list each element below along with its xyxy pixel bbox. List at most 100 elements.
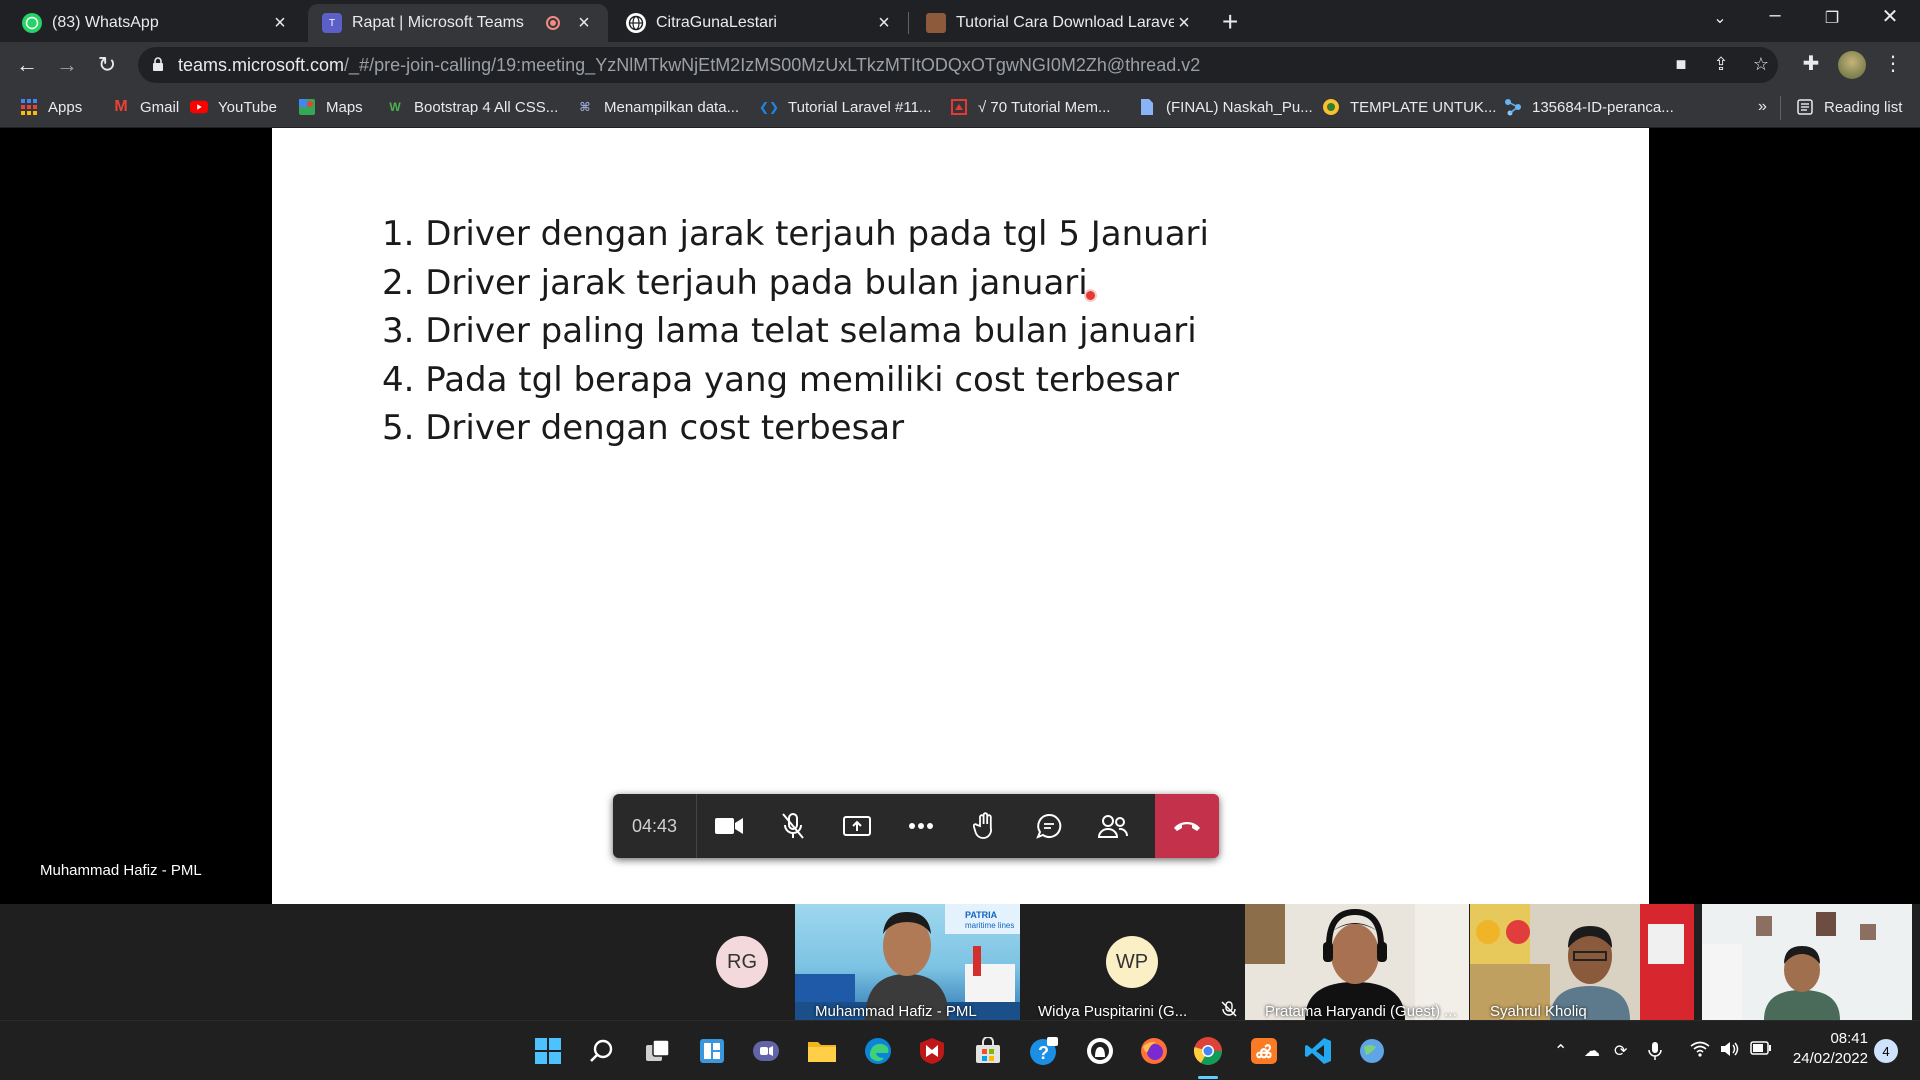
reading-list-label: Reading list bbox=[1824, 98, 1903, 116]
mcafee-shield-icon bbox=[920, 1038, 944, 1064]
bookmark-youtube[interactable]: YouTube bbox=[190, 98, 277, 116]
browser-tab-strip: (83) WhatsApp × T Rapat | Microsoft Team… bbox=[0, 0, 1920, 42]
forward-button[interactable]: → bbox=[52, 50, 82, 80]
bookmark-apps[interactable]: Apps bbox=[20, 98, 82, 116]
avatar: RG bbox=[716, 936, 768, 988]
slide-item: 3. Driver paling lama telat selama bulan… bbox=[382, 311, 1197, 351]
raise-hand-button[interactable] bbox=[953, 794, 1017, 858]
chrome-button[interactable] bbox=[1192, 1035, 1224, 1067]
bookmark-naskah[interactable]: (FINAL) Naskah_Pu... bbox=[1138, 98, 1313, 116]
tab-citragunalestari[interactable]: CitraGunaLestari × bbox=[612, 4, 908, 42]
slide-item: 4. Pada tgl berapa yang memiliki cost te… bbox=[382, 359, 1179, 400]
close-tab-icon[interactable]: × bbox=[1174, 12, 1194, 35]
bookmark-label: Apps bbox=[48, 98, 83, 116]
bookmark-label: TEMPLATE UNTUK... bbox=[1350, 98, 1497, 116]
notification-badge[interactable]: 4 bbox=[1874, 1039, 1898, 1063]
bookmark-maps[interactable]: Maps bbox=[298, 98, 363, 116]
app-button[interactable] bbox=[1356, 1035, 1388, 1067]
participant-tile-guest[interactable] bbox=[1702, 904, 1912, 1020]
close-window-button[interactable]: ✕ bbox=[1870, 4, 1910, 29]
bookmark-gmail[interactable]: M Gmail bbox=[112, 98, 179, 116]
help-bubble-icon: ? bbox=[1030, 1037, 1058, 1065]
vscode-button[interactable] bbox=[1302, 1035, 1334, 1067]
bookmark-template[interactable]: TEMPLATE UNTUK... bbox=[1322, 98, 1496, 116]
w3schools-icon: W bbox=[389, 100, 401, 114]
mic-button[interactable] bbox=[761, 794, 825, 858]
slide-question-list: 1. Driver dengan jarak terjauh pada tgl … bbox=[382, 210, 1209, 453]
tab-title: Rapat | Microsoft Teams bbox=[352, 14, 524, 31]
participant-tile-pratama[interactable]: Pratama Haryandi (Guest) ... bbox=[1245, 904, 1469, 1020]
address-bar[interactable]: teams.microsoft.com/_#/pre-join-calling/… bbox=[138, 47, 1778, 83]
edge-button[interactable] bbox=[862, 1035, 894, 1067]
close-tab-icon[interactable]: × bbox=[874, 12, 894, 35]
bookmark-label: √ 70 Tutorial Mem... bbox=[978, 98, 1111, 116]
tab-search-icon[interactable]: ⌄ bbox=[1700, 8, 1740, 28]
participant-tile-widya[interactable]: WP Widya Puspitarini (G... bbox=[1020, 904, 1244, 1020]
system-clock[interactable]: 08:41 24/02/2022 bbox=[1780, 1029, 1868, 1069]
firefox-button[interactable] bbox=[1138, 1035, 1170, 1067]
share-screen-button[interactable] bbox=[825, 794, 889, 858]
microphone-icon[interactable] bbox=[1648, 1041, 1662, 1066]
tab-title: (83) WhatsApp bbox=[52, 14, 159, 31]
tab-tutorial-laravel[interactable]: Tutorial Cara Download Laravel 7 × bbox=[912, 4, 1208, 42]
camera-button[interactable] bbox=[697, 794, 761, 858]
back-button[interactable]: ← bbox=[12, 50, 42, 80]
bookmark-label: Maps bbox=[326, 98, 363, 116]
edge-icon bbox=[865, 1038, 891, 1064]
camera-in-use-icon[interactable]: ■ bbox=[1668, 54, 1694, 75]
widgets-button[interactable] bbox=[696, 1035, 728, 1067]
tab-whatsapp[interactable]: (83) WhatsApp × bbox=[8, 4, 304, 42]
participant-tile-muhammad-hafiz[interactable]: PATRIA maritime lines Muhammad Hafiz - P… bbox=[795, 904, 1020, 1020]
restore-button[interactable]: ❐ bbox=[1812, 8, 1852, 28]
file-explorer-button[interactable] bbox=[806, 1035, 838, 1067]
start-button[interactable] bbox=[532, 1035, 564, 1067]
wifi-icon[interactable] bbox=[1690, 1041, 1710, 1062]
minimize-button[interactable]: – bbox=[1755, 4, 1795, 27]
reload-button[interactable]: ↻ bbox=[92, 50, 122, 80]
bookmark-label: Menampilkan data... bbox=[604, 98, 740, 116]
bookmark-tutorial-laravel[interactable]: ❮❯ Tutorial Laravel #11... bbox=[759, 98, 931, 116]
github-button[interactable] bbox=[1084, 1035, 1116, 1067]
url-host: teams.microsoft.com bbox=[178, 55, 345, 75]
mic-muted-icon bbox=[1221, 1001, 1237, 1017]
participant-tile-syahrul[interactable]: Syahrul Kholiq bbox=[1470, 904, 1694, 1020]
reading-list-button[interactable]: Reading list bbox=[1796, 98, 1902, 116]
volume-icon[interactable] bbox=[1720, 1041, 1740, 1062]
close-tab-icon[interactable]: × bbox=[574, 12, 594, 35]
more-actions-button[interactable] bbox=[889, 794, 953, 858]
mcafee-button[interactable] bbox=[916, 1035, 948, 1067]
url-path: /_#/pre-join-calling/19:meeting_YzNlMTkw… bbox=[344, 55, 1201, 75]
new-tab-button[interactable]: + bbox=[1222, 6, 1238, 38]
hang-up-button[interactable] bbox=[1155, 794, 1219, 858]
teams-chat-button[interactable] bbox=[750, 1035, 782, 1067]
bookmark-star-icon[interactable]: ☆ bbox=[1748, 54, 1774, 75]
bookmark-135684[interactable]: 135684-ID-peranca... bbox=[1504, 98, 1674, 116]
participants-button[interactable] bbox=[1081, 794, 1145, 858]
task-view-button[interactable] bbox=[642, 1035, 674, 1067]
xampp-button[interactable]: ൿ bbox=[1248, 1035, 1280, 1067]
close-tab-icon[interactable]: × bbox=[270, 12, 290, 35]
shared-screen-slide: 1. Driver dengan jarak terjauh pada tgl … bbox=[272, 128, 1649, 904]
microsoft-store-button[interactable] bbox=[972, 1035, 1004, 1067]
extensions-icon[interactable]: ✚ bbox=[1796, 51, 1826, 76]
show-hidden-icons-button[interactable]: ⌃ bbox=[1554, 1041, 1567, 1061]
hand-icon bbox=[973, 812, 992, 839]
bookmarks-bar: Apps M Gmail YouTube Maps W Bootstrap 4 Al… bbox=[0, 88, 1920, 128]
bookmark-bootstrap[interactable]: W Bootstrap 4 All CSS... bbox=[386, 98, 558, 116]
share-icon[interactable]: ⇪ bbox=[1708, 54, 1734, 75]
sync-icon[interactable]: ⟳ bbox=[1614, 1041, 1627, 1061]
clock-date: 24/02/2022 bbox=[1792, 1050, 1868, 1067]
search-button[interactable] bbox=[586, 1035, 618, 1067]
onedrive-icon[interactable]: ☁ bbox=[1584, 1041, 1600, 1061]
bookmark-menampilkan-data[interactable]: ⌘ Menampilkan data... bbox=[576, 98, 739, 116]
profile-avatar[interactable] bbox=[1838, 51, 1866, 79]
more-bookmarks-button[interactable]: » bbox=[1758, 98, 1767, 116]
svg-text:maritime lines: maritime lines bbox=[965, 921, 1014, 930]
bookmark-70-tutorial[interactable]: √ 70 Tutorial Mem... bbox=[950, 98, 1110, 116]
lock-icon bbox=[153, 57, 163, 71]
help-button[interactable]: ? bbox=[1028, 1035, 1060, 1067]
menu-icon[interactable]: ⋮ bbox=[1878, 51, 1908, 76]
tab-teams[interactable]: T Rapat | Microsoft Teams × bbox=[308, 4, 608, 42]
battery-icon[interactable] bbox=[1750, 1041, 1772, 1060]
chat-button[interactable] bbox=[1017, 794, 1081, 858]
